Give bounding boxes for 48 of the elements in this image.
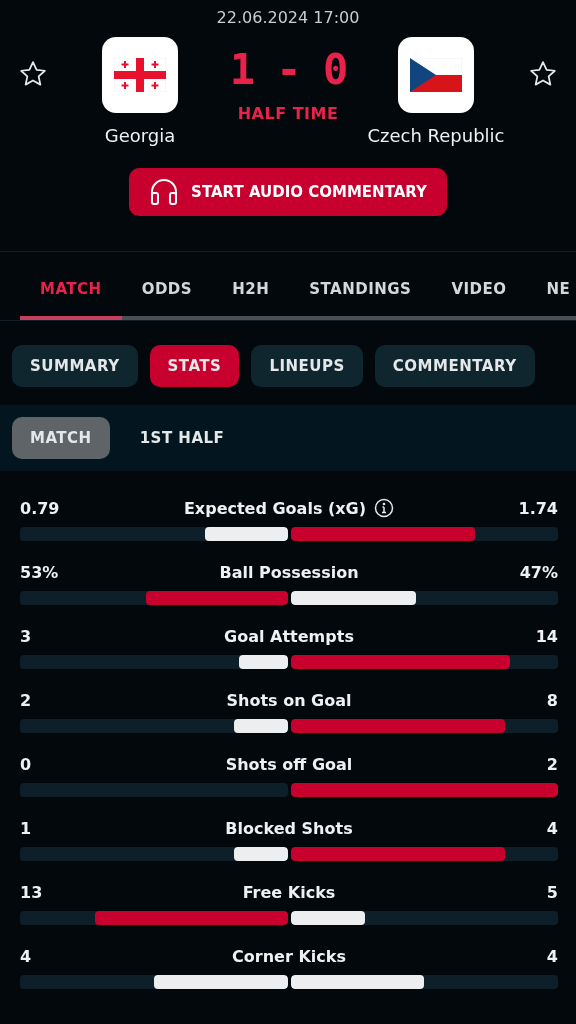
stat-name: Ball Possession bbox=[219, 562, 359, 582]
nav-tab[interactable]: H2H bbox=[212, 280, 290, 320]
team-name[interactable]: Czech Republic bbox=[367, 125, 505, 146]
away-stat-value: 4 bbox=[545, 946, 558, 966]
stat-name: Corner Kicks bbox=[232, 946, 346, 966]
home-stat-value: 2 bbox=[20, 690, 33, 710]
stat-name: Goal Attempts bbox=[224, 626, 354, 646]
home-stat-value: 4 bbox=[20, 946, 33, 966]
team-name[interactable]: Georgia bbox=[104, 125, 176, 146]
match-status: HALF TIME bbox=[237, 104, 339, 123]
match-datetime: 22.06.2024 17:00 bbox=[216, 8, 360, 27]
away-stat-value: 4 bbox=[545, 818, 558, 838]
period-tab[interactable]: MATCH bbox=[12, 417, 110, 459]
flag-icon bbox=[114, 58, 166, 92]
stat-name: Blocked Shots bbox=[225, 818, 353, 838]
period-tab[interactable]: 1ST HALF bbox=[121, 417, 243, 459]
nav-tab[interactable]: ODDS bbox=[121, 280, 213, 320]
section-chip[interactable]: LINEUPS bbox=[251, 345, 363, 387]
stat-name: Shots on Goal bbox=[226, 690, 352, 710]
nav-tab[interactable]: NE bbox=[526, 280, 576, 320]
home-stat-value: 3 bbox=[20, 626, 33, 646]
home-stat-value: 13 bbox=[20, 882, 44, 902]
section-chip[interactable]: STATS bbox=[149, 345, 240, 387]
audio-commentary-button[interactable]: START AUDIO COMMENTARY bbox=[129, 168, 447, 216]
nav-tab[interactable]: VIDEO bbox=[431, 280, 527, 320]
stat-name: Shots off Goal bbox=[225, 754, 353, 774]
favorite-star-icon[interactable] bbox=[18, 59, 48, 89]
away-stat-value: 1.74 bbox=[517, 498, 558, 518]
stat-name: Free Kicks bbox=[242, 882, 336, 902]
home-stat-value: 53% bbox=[20, 562, 60, 582]
stat-name: Expected Goals (xG) bbox=[183, 498, 367, 518]
away-stat-value: 14 bbox=[534, 626, 558, 646]
away-stat-value: 2 bbox=[545, 754, 558, 774]
home-stat-value: 0 bbox=[20, 754, 33, 774]
away-stat-value: 8 bbox=[545, 690, 558, 710]
nav-tab[interactable]: STANDINGS bbox=[289, 280, 432, 320]
headphones-icon bbox=[149, 178, 180, 206]
nav-tab[interactable]: MATCH bbox=[20, 280, 122, 320]
away-stat-value: 5 bbox=[545, 882, 558, 902]
home-stat-value: 1 bbox=[20, 818, 33, 838]
info-icon[interactable] bbox=[374, 498, 395, 518]
section-chip[interactable]: SUMMARY bbox=[12, 345, 138, 387]
flag-icon bbox=[410, 58, 462, 92]
home-stat-value: 0.79 bbox=[20, 498, 61, 518]
section-chip[interactable]: COMMENTARY bbox=[374, 345, 535, 387]
away-stat-value: 47% bbox=[518, 562, 558, 582]
match-score: 1 - 0 bbox=[229, 45, 347, 94]
favorite-star-icon[interactable] bbox=[528, 59, 558, 89]
